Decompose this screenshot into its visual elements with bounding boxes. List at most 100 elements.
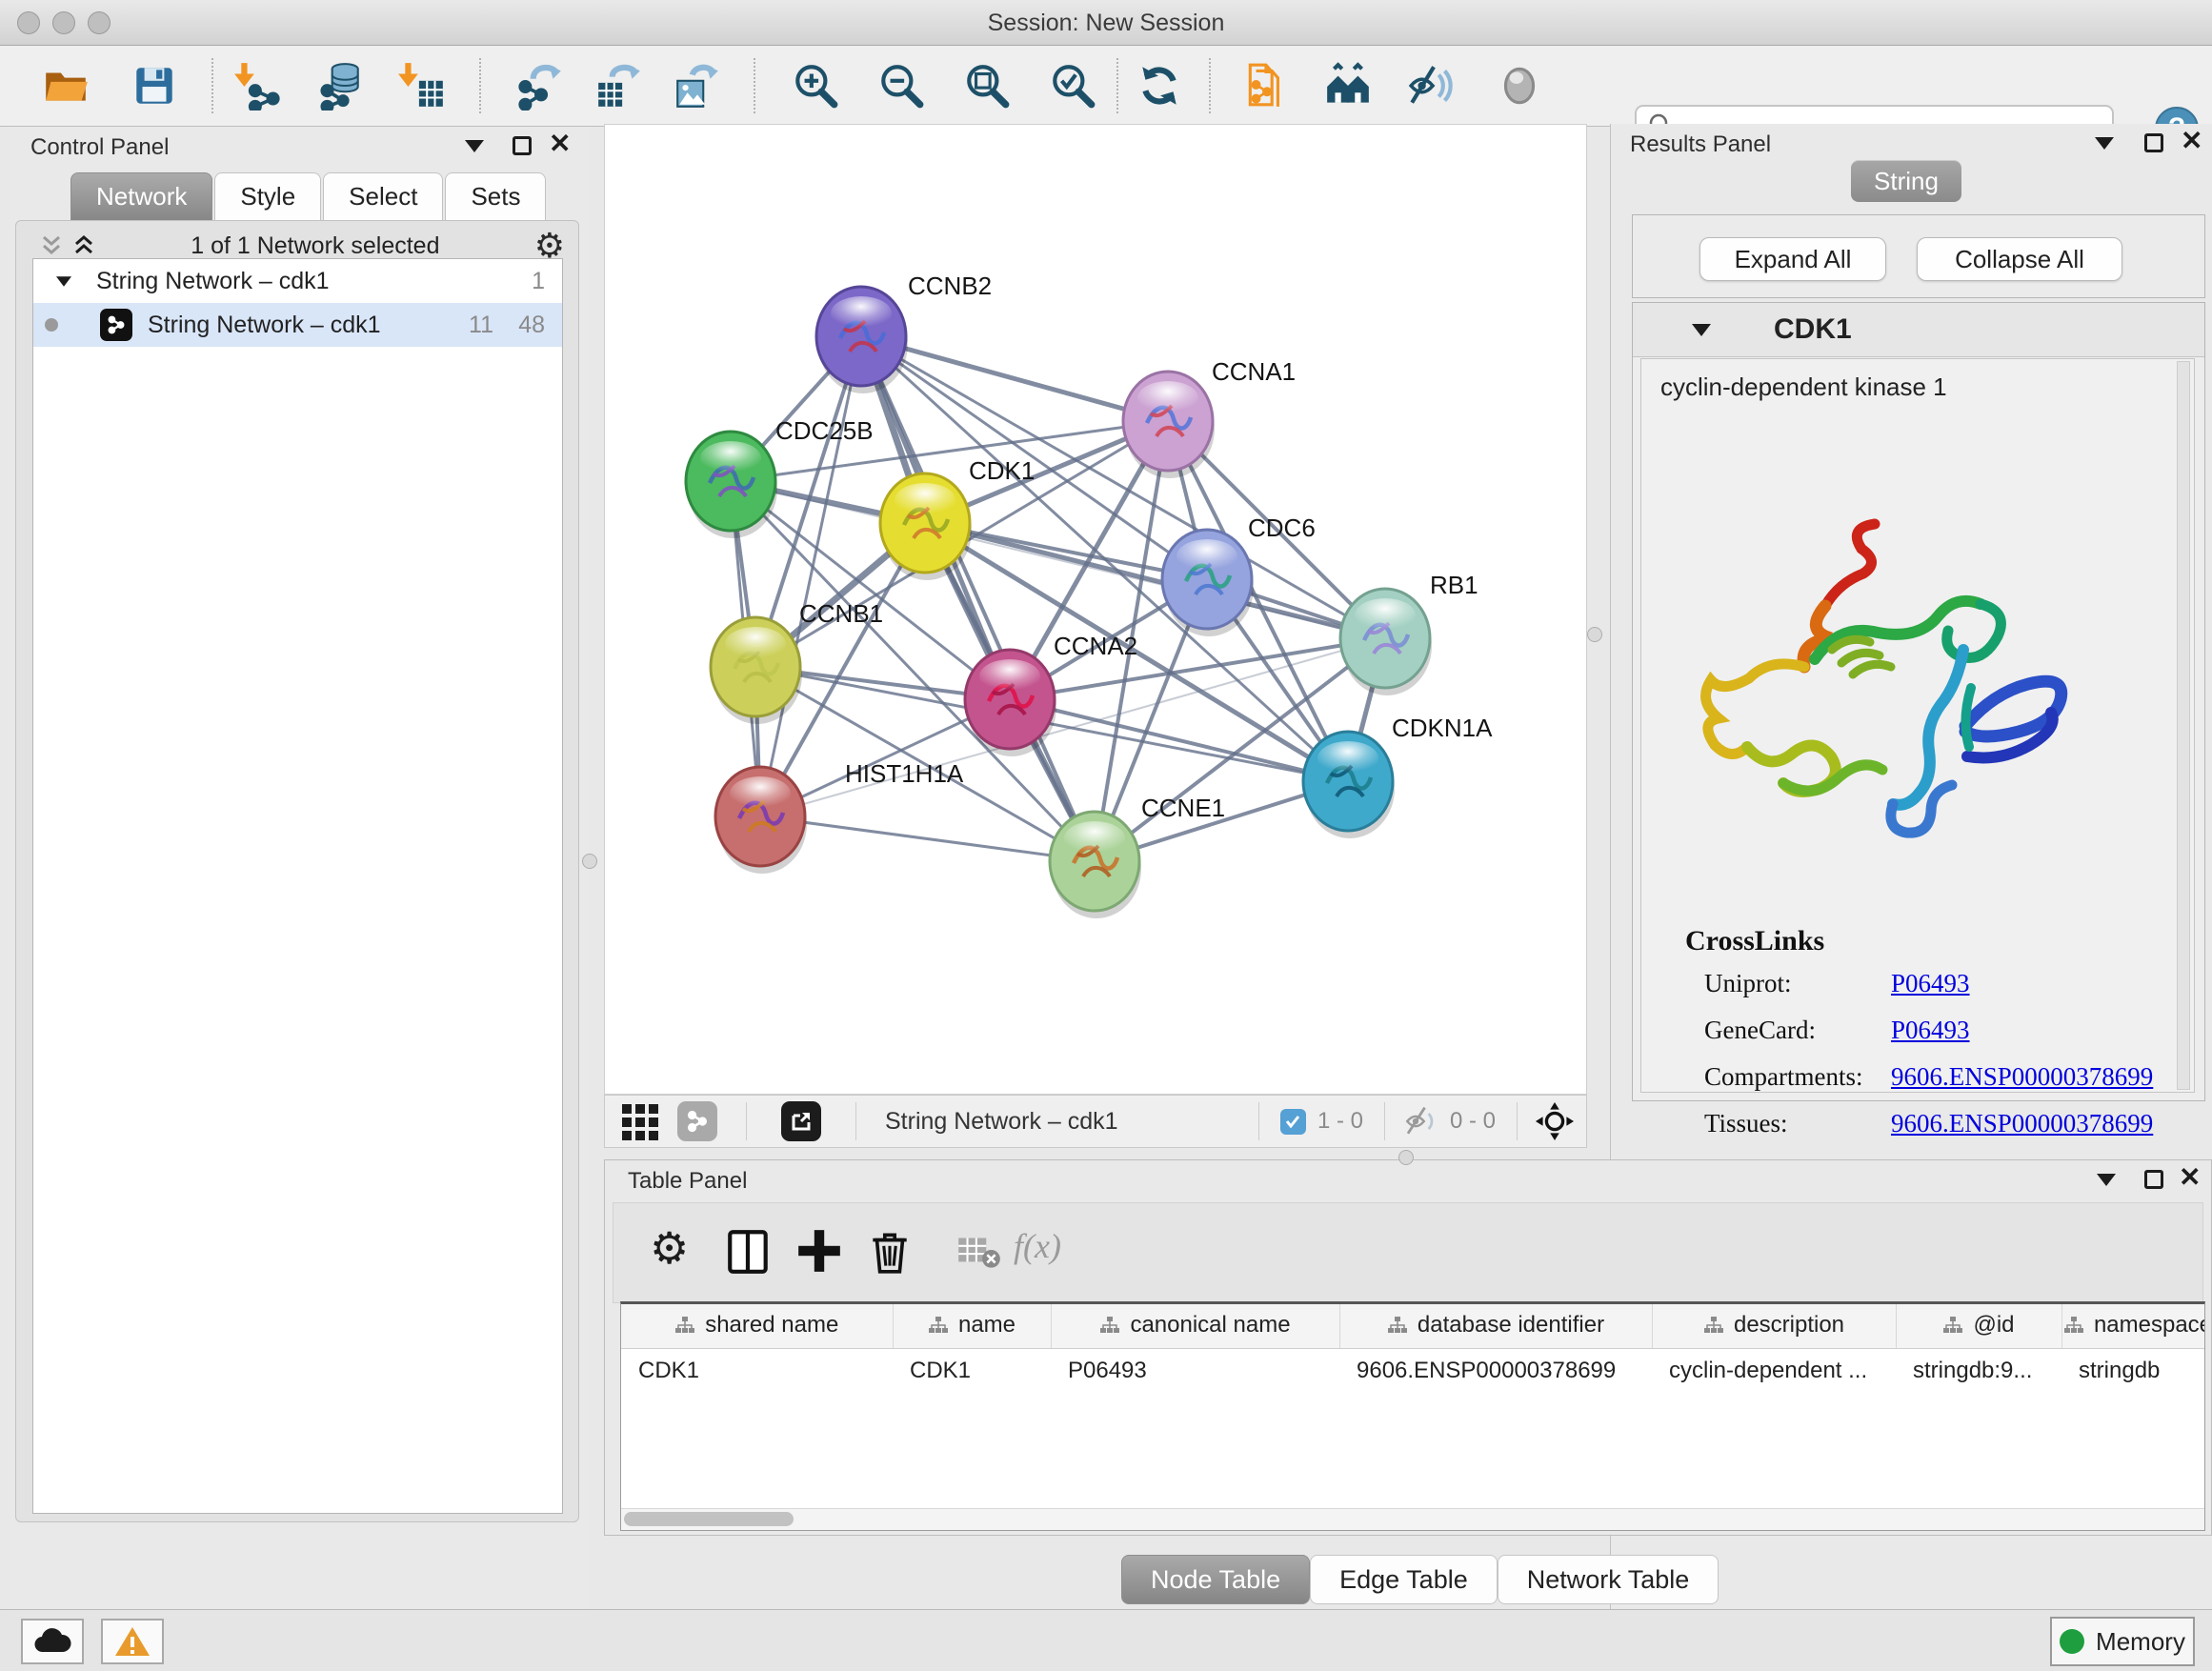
network-view-canvas[interactable]: CCNB2CCNA1CDC25BCDK1CDC6RB1CCNB1CCNA2CDK…: [604, 124, 1587, 1095]
collapse-all-chevron-icon[interactable]: [39, 233, 64, 258]
network-node-CCNB1[interactable]: [711, 617, 802, 724]
show-columns-icon[interactable]: [724, 1226, 774, 1276]
table-settings-gear-icon[interactable]: ⚙: [650, 1226, 699, 1276]
delete-column-icon[interactable]: [865, 1226, 915, 1276]
network-node-HIST1H1A[interactable]: [715, 767, 807, 874]
hidden-count: 0 - 0: [1450, 1108, 1496, 1135]
export-table-icon[interactable]: [594, 61, 644, 111]
node-label-CCNB2: CCNB2: [908, 272, 992, 300]
scrollbar-thumb[interactable]: [624, 1512, 794, 1526]
crosslink-row: Uniprot:P06493: [1704, 969, 2156, 998]
export-image-icon[interactable]: [673, 61, 722, 111]
tab-string[interactable]: String: [1851, 160, 1961, 202]
expand-all-button[interactable]: Expand All: [1699, 237, 1886, 281]
expand-all-chevron-icon[interactable]: [71, 233, 96, 258]
results-scrollbar[interactable]: [2177, 361, 2190, 1090]
tab-sets[interactable]: Sets: [445, 172, 546, 220]
zoom-in-icon[interactable]: [791, 61, 840, 111]
table-panel-close-icon[interactable]: ✕: [2179, 1168, 2201, 1187]
refresh-icon[interactable]: [1135, 61, 1184, 111]
tab-network[interactable]: Network: [70, 172, 212, 220]
table-cell[interactable]: 9606.ENSP00000378699: [1339, 1349, 1652, 1394]
column-header-canonicalname[interactable]: canonical name: [1051, 1304, 1339, 1349]
column-header-namespace[interactable]: namespace: [2061, 1304, 2205, 1349]
results-panel-maximize-icon[interactable]: [2144, 133, 2163, 152]
results-panel-float-icon[interactable]: [2095, 137, 2114, 150]
network-node-CCNB2[interactable]: [816, 287, 908, 393]
column-header-description[interactable]: description: [1652, 1304, 1896, 1349]
bottom-splitter-handle[interactable]: [1398, 1150, 1414, 1165]
gene-header[interactable]: CDK1: [1633, 303, 2204, 357]
first-neighbors-icon[interactable]: [1323, 61, 1373, 111]
selected-checkbox-icon[interactable]: [1280, 1109, 1306, 1135]
left-splitter-handle[interactable]: [582, 854, 597, 869]
tab-style[interactable]: Style: [214, 172, 321, 220]
column-header-databaseidentifier[interactable]: database identifier: [1339, 1304, 1652, 1349]
control-panel-maximize-icon[interactable]: [513, 136, 532, 155]
table-cell[interactable]: cyclin-dependent ...: [1652, 1349, 1896, 1394]
right-splitter-handle[interactable]: [1587, 627, 1602, 642]
tab-edge-table[interactable]: Edge Table: [1310, 1555, 1498, 1604]
column-type-icon: [1099, 1316, 1120, 1335]
table-cell[interactable]: P06493: [1051, 1349, 1339, 1394]
crosslink-link[interactable]: 9606.ENSP00000378699: [1891, 1062, 2153, 1092]
import-table-icon[interactable]: [397, 61, 447, 111]
zoom-selected-icon[interactable]: [1048, 61, 1097, 111]
table-cell[interactable]: CDK1: [621, 1349, 893, 1394]
table-panel-float-icon[interactable]: [2097, 1174, 2116, 1186]
table-cell[interactable]: CDK1: [893, 1349, 1051, 1394]
import-network-icon[interactable]: [233, 61, 283, 111]
tab-network-table[interactable]: Network Table: [1498, 1555, 1719, 1604]
column-header-id[interactable]: @id: [1896, 1304, 2061, 1349]
table-cell[interactable]: stringdb: [2061, 1349, 2205, 1394]
table-row[interactable]: CDK1CDK1P064939606.ENSP00000378699cyclin…: [621, 1349, 2205, 1394]
table-panel-maximize-icon[interactable]: [2144, 1170, 2163, 1189]
save-icon[interactable]: [130, 61, 179, 111]
control-panel-close-icon[interactable]: ✕: [549, 134, 571, 153]
memory-button[interactable]: Memory: [2050, 1617, 2195, 1666]
network-node-CCNE1[interactable]: [1050, 812, 1141, 918]
network-collection-row[interactable]: String Network – cdk1 1: [33, 259, 562, 303]
crosslink-row: GeneCard:P06493: [1704, 1016, 2156, 1045]
control-panel-float-icon[interactable]: [465, 140, 484, 152]
add-column-icon[interactable]: [794, 1226, 844, 1276]
network-node-RB1[interactable]: [1340, 589, 1432, 695]
warning-status-button[interactable]: [101, 1619, 164, 1664]
node-label-CDC6: CDC6: [1248, 513, 1316, 542]
warning-icon: [114, 1625, 151, 1658]
collection-expand-icon[interactable]: [56, 276, 71, 286]
network-node-CDC6[interactable]: [1162, 530, 1254, 636]
show-all-icon[interactable]: [1495, 61, 1544, 111]
network-row-selected[interactable]: String Network – cdk1 11 48: [33, 303, 562, 347]
open-folder-icon[interactable]: [41, 61, 90, 111]
collapse-all-button[interactable]: Collapse All: [1917, 237, 2122, 281]
zoom-fit-icon[interactable]: [962, 61, 1012, 111]
birds-eye-view-icon[interactable]: [1535, 1101, 1575, 1141]
network-node-CDK1[interactable]: [880, 473, 972, 580]
column-header-name[interactable]: name: [893, 1304, 1051, 1349]
results-panel-close-icon[interactable]: ✕: [2181, 131, 2202, 151]
grid-view-icon[interactable]: [620, 1102, 662, 1140]
zoom-out-icon[interactable]: [876, 61, 926, 111]
network-node-CDC25B[interactable]: [686, 432, 777, 538]
clone-network-icon[interactable]: [1242, 61, 1292, 111]
crosslink-link[interactable]: 9606.ENSP00000378699: [1891, 1109, 2153, 1138]
open-in-window-icon[interactable]: [781, 1101, 821, 1141]
network-node-CDKN1A[interactable]: [1303, 732, 1395, 838]
cloud-status-button[interactable]: [21, 1619, 84, 1664]
import-database-icon[interactable]: [315, 61, 365, 111]
tab-select[interactable]: Select: [323, 172, 443, 220]
hide-selected-icon[interactable]: [1407, 61, 1457, 111]
gene-name: CDK1: [1774, 313, 1852, 346]
table-horizontal-scrollbar[interactable]: [621, 1508, 2204, 1530]
export-network-icon[interactable]: [515, 61, 565, 111]
gene-collapse-icon[interactable]: [1692, 324, 1711, 336]
network-share-icon[interactable]: [677, 1101, 717, 1141]
crosslink-link[interactable]: P06493: [1891, 1016, 1970, 1045]
column-header-sharedname[interactable]: shared name: [621, 1304, 893, 1349]
crosslink-link[interactable]: P06493: [1891, 969, 1970, 998]
crosslink-row: Compartments:9606.ENSP00000378699: [1704, 1062, 2156, 1092]
tab-node-table[interactable]: Node Table: [1121, 1555, 1310, 1604]
network-node-CCNA1[interactable]: [1123, 372, 1215, 478]
table-cell[interactable]: stringdb:9...: [1896, 1349, 2061, 1394]
